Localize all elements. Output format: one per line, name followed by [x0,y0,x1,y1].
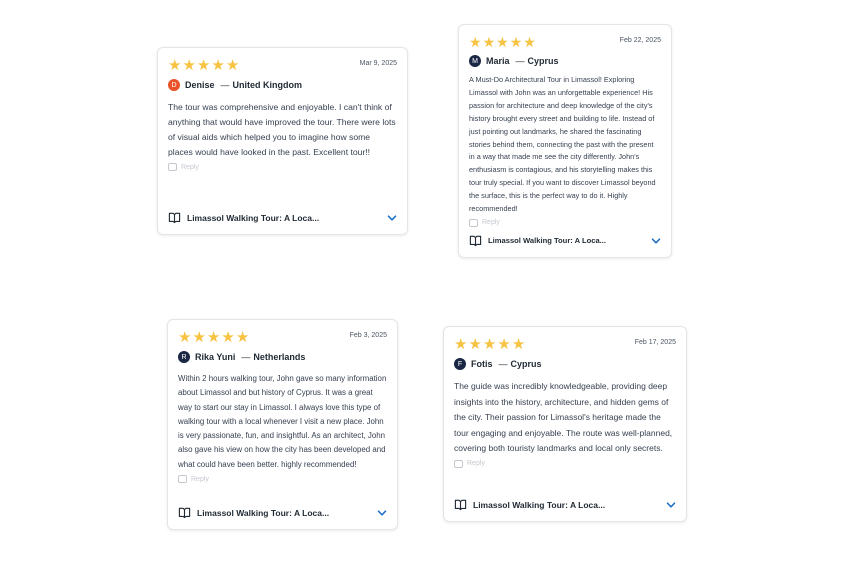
review-header: ★ ★ ★ ★ ★ Feb 17, 2025 [454,337,676,352]
reply-icon [168,163,177,171]
reply-label: Reply [467,460,485,468]
review-date: Mar 9, 2025 [359,60,397,67]
star-rating: ★ ★ ★ ★ ★ [178,330,249,345]
star-rating: ★ ★ ★ ★ ★ [168,58,239,73]
reply-icon [178,475,187,484]
avatar: R [178,351,190,363]
review-author: R Rika Yuni — Netherlands [178,351,387,363]
star-icon: ★ [511,336,526,353]
review-author: D Denise — United Kingdom [168,79,397,91]
author-country: Cyprus [510,359,542,369]
book-icon [168,212,181,224]
review-author: M Maria — Cyprus [469,55,661,67]
author-name: Maria [486,56,510,66]
star-icon: ★ [211,57,225,74]
avatar: F [454,358,466,370]
star-icon: ★ [192,329,206,346]
reply-label: Reply [482,219,500,227]
book-icon [178,507,191,519]
avatar: M [469,55,481,67]
author-name: Denise [185,80,215,90]
product-name: Limassol Walking Tour: A Loca... [197,507,330,518]
chevron-down-icon[interactable] [651,236,661,246]
reply-button[interactable]: Reply [178,475,387,484]
author-separator: — [241,352,251,362]
review-header: ★ ★ ★ ★ ★ Mar 9, 2025 [168,58,397,73]
star-icon: ★ [509,34,523,50]
author-country: Cyprus [527,56,559,66]
reply-button[interactable]: Reply [454,459,676,468]
author-name: Rika Yuni [195,352,236,362]
product-link[interactable]: Limassol Walking Tour: A Loca... [168,211,397,224]
star-icon: ★ [496,34,509,50]
review-text: The guide was incredibly knowledgeable, … [454,381,673,454]
review-header: ★ ★ ★ ★ ★ Feb 3, 2025 [178,330,387,345]
star-icon: ★ [182,57,196,74]
product-link[interactable]: Limassol Walking Tour: A Loca... [469,234,661,247]
review-card: ★ ★ ★ ★ ★ Feb 17, 2025 F Fotis — Cyprus The … [443,326,687,522]
star-icon: ★ [482,336,497,353]
review-card: ★ ★ ★ ★ ★ Feb 22, 2025 M Maria — Cyprus A Mu… [458,24,672,258]
author-separator: — [515,56,525,66]
product-link[interactable]: Limassol Walking Tour: A Loca... [178,506,387,519]
review-text: A Must-Do Architectural Tour in Limassol… [469,75,656,214]
star-icon: ★ [225,57,240,74]
author-name: Fotis [471,359,493,369]
reply-button[interactable]: Reply [469,218,661,227]
review-date: Feb 22, 2025 [619,37,661,44]
review-text: The tour was comprehensive and enjoyable… [168,102,396,157]
star-icon: ★ [469,34,482,50]
star-icon: ★ [206,329,221,346]
avatar: D [168,79,180,91]
review-text: Within 2 hours walking tour, John gave s… [178,374,387,469]
review-author: F Fotis — Cyprus [454,358,676,370]
star-rating: ★ ★ ★ ★ ★ [469,35,536,49]
chevron-down-icon[interactable] [666,500,676,510]
review-header: ★ ★ ★ ★ ★ Feb 22, 2025 [469,35,661,49]
chevron-down-icon[interactable] [387,213,397,223]
star-icon: ★ [221,329,235,346]
reply-button[interactable]: Reply [168,163,397,171]
book-icon [469,235,482,247]
star-icon: ★ [178,329,192,346]
chevron-down-icon[interactable] [377,508,387,518]
star-icon: ★ [523,34,536,50]
star-rating: ★ ★ ★ ★ ★ [454,337,525,352]
review-card: ★ ★ ★ ★ ★ Feb 3, 2025 R Rika Yuni — Netherla… [167,319,398,530]
star-icon: ★ [454,336,468,353]
author-country: United Kingdom [232,80,303,90]
product-name: Limassol Walking Tour: A Loca... [473,499,606,510]
reply-label: Reply [181,163,199,171]
star-icon: ★ [196,57,211,74]
product-name: Limassol Walking Tour: A Loca... [187,212,320,223]
star-icon: ★ [168,57,182,74]
author-country: Netherlands [253,352,306,362]
star-icon: ★ [482,34,496,50]
review-date: Feb 17, 2025 [634,339,676,346]
review-date: Feb 3, 2025 [349,332,387,339]
reply-icon [469,218,478,227]
reply-label: Reply [191,475,209,483]
review-card: ★ ★ ★ ★ ★ Mar 9, 2025 D Denise — United King… [157,47,408,235]
author-separator: — [220,80,230,90]
star-icon: ★ [468,336,482,353]
book-icon [454,499,467,511]
star-icon: ★ [497,336,511,353]
author-separator: — [498,359,508,369]
star-icon: ★ [235,329,250,346]
product-name: Limassol Walking Tour: A Loca... [488,236,606,245]
reply-icon [454,459,463,468]
product-link[interactable]: Limassol Walking Tour: A Loca... [454,498,676,511]
